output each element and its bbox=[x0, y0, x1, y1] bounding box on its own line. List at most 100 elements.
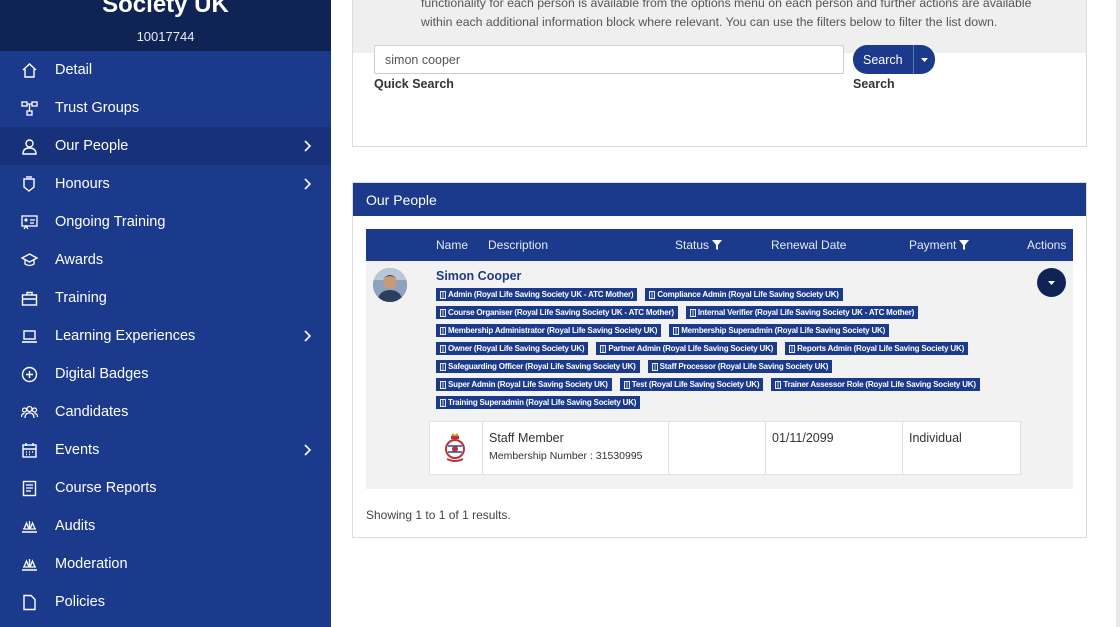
sidebar-item-awards[interactable]: Awards bbox=[0, 241, 331, 279]
sidebar-item-ongoing-training[interactable]: Ongoing Training bbox=[0, 203, 331, 241]
table-header: Name Description Status Renewal Date Pay… bbox=[366, 229, 1073, 261]
sidebar-item-label: Candidates bbox=[55, 404, 129, 420]
renewal-date: 01/11/2099 bbox=[772, 431, 834, 445]
role-tag-label: Course Organiser (Royal Life Saving Soci… bbox=[448, 308, 674, 317]
role-tag-label: Super Admin (Royal Life Saving Society U… bbox=[448, 380, 608, 389]
scales-icon bbox=[22, 521, 37, 533]
role-tag: Membership Administrator (Royal Life Sav… bbox=[436, 324, 662, 337]
sidebar-item-our-people[interactable]: Our People bbox=[0, 127, 331, 165]
sidebar-item-training[interactable]: Training bbox=[0, 279, 331, 317]
role-tags: Admin (Royal Life Saving Society UK - AT… bbox=[436, 288, 996, 409]
sidebar: Society UK 10017744 Detail Trust Groups Ou… bbox=[0, 0, 331, 627]
sidebar-item-moderation[interactable]: Moderation bbox=[0, 545, 331, 583]
building-icon bbox=[440, 290, 446, 299]
role-tag-label: Trainer Assessor Role (Royal Life Saving… bbox=[783, 380, 976, 389]
building-icon bbox=[651, 362, 658, 371]
filter-icon[interactable] bbox=[959, 240, 970, 250]
person-icon bbox=[22, 139, 37, 155]
search-label: Search bbox=[853, 77, 895, 91]
sidebar-item-label: Events bbox=[55, 442, 100, 458]
chevron-right-icon bbox=[304, 330, 311, 342]
chevron-right-icon bbox=[304, 140, 311, 152]
sidebar-item-label: Trust Groups bbox=[55, 100, 140, 116]
role-tag: Partner Admin (Royal Life Saving Society… bbox=[596, 342, 778, 355]
hierarchy-icon bbox=[21, 101, 38, 116]
info-text: functionality for each person is availab… bbox=[421, 0, 1032, 29]
role-tag: Safeguarding Officer (Royal Life Saving … bbox=[436, 360, 640, 373]
column-actions: Actions bbox=[1027, 238, 1067, 252]
sidebar-item-label: Learning Experiences bbox=[55, 328, 196, 344]
briefcase-icon bbox=[21, 291, 38, 306]
person-name[interactable]: Simon Cooper bbox=[436, 269, 521, 283]
sidebar-item-detail[interactable]: Detail bbox=[0, 51, 331, 89]
role-tag: Reports Admin (Royal Life Saving Society… bbox=[785, 342, 969, 355]
org-name: Society UK bbox=[102, 0, 229, 18]
sidebar-item-audits[interactable]: Audits bbox=[0, 507, 331, 545]
building-icon bbox=[689, 308, 696, 317]
sidebar-item-honours[interactable]: Honours bbox=[0, 165, 331, 203]
sidebar-item-trust-groups[interactable]: Trust Groups bbox=[0, 89, 331, 127]
sidebar-item-label: Moderation bbox=[55, 556, 128, 572]
role-tag-label: Owner (Royal Life Saving Society UK) bbox=[448, 344, 585, 353]
caret-down-icon bbox=[1048, 280, 1055, 285]
home-icon bbox=[22, 63, 37, 78]
sidebar-item-candidates[interactable]: Candidates bbox=[0, 393, 331, 431]
sidebar-item-label: Training bbox=[55, 290, 107, 306]
quick-search-input[interactable] bbox=[374, 45, 844, 74]
presentation-icon bbox=[21, 215, 38, 230]
column-status-label: Status bbox=[675, 238, 710, 252]
main-content: functionality for each person is availab… bbox=[331, 0, 1120, 627]
sidebar-item-policies[interactable]: Policies bbox=[0, 583, 331, 621]
search-options-dropdown[interactable] bbox=[913, 45, 935, 74]
column-status[interactable]: Status bbox=[675, 238, 723, 252]
membership-logo-cell bbox=[430, 422, 483, 474]
scrollbar[interactable] bbox=[1116, 0, 1120, 627]
group-icon bbox=[21, 405, 38, 419]
sidebar-item-course-reports[interactable]: Course Reports bbox=[0, 469, 331, 507]
search-button-group: Search bbox=[853, 45, 935, 74]
membership-type: Staff Member bbox=[489, 431, 564, 445]
honours-icon bbox=[23, 176, 35, 192]
building-icon bbox=[673, 326, 680, 335]
org-number: 10017744 bbox=[136, 29, 195, 44]
role-tag-label: Training Superadmin (Royal Life Saving S… bbox=[448, 398, 637, 407]
our-people-title: Our People bbox=[353, 183, 1086, 216]
building-icon bbox=[600, 344, 607, 353]
role-tag-label: Test (Royal Life Saving Society UK) bbox=[631, 380, 760, 389]
membership-renewal-cell: 01/11/2099 bbox=[766, 422, 903, 474]
sidebar-item-digital-badges[interactable]: Digital Badges bbox=[0, 355, 331, 393]
role-tag-label: Membership Superadmin (Royal Life Saving… bbox=[681, 326, 886, 335]
role-tag: Compliance Admin (Royal Life Saving Soci… bbox=[645, 288, 843, 301]
sidebar-item-label: Honours bbox=[55, 176, 110, 192]
sidebar-item-label: Ongoing Training bbox=[55, 214, 166, 230]
building-icon bbox=[649, 290, 656, 299]
sidebar-item-label: Our People bbox=[55, 138, 129, 154]
sidebar-item-label: Policies bbox=[55, 594, 105, 610]
role-tag-label: Staff Processor (Royal Life Saving Socie… bbox=[659, 362, 829, 371]
membership-number: Membership Number : 31530995 bbox=[489, 450, 643, 462]
role-tag: Staff Processor (Royal Life Saving Socie… bbox=[647, 360, 833, 373]
actions-menu-button[interactable] bbox=[1037, 268, 1066, 297]
filter-icon[interactable] bbox=[712, 240, 723, 250]
role-tag: Admin (Royal Life Saving Society UK - AT… bbox=[436, 288, 638, 301]
results-count: Showing 1 to 1 of 1 results. bbox=[366, 508, 511, 522]
role-tag-label: Partner Admin (Royal Life Saving Society… bbox=[608, 344, 774, 353]
search-button[interactable]: Search bbox=[853, 45, 914, 74]
payment-type: Individual bbox=[909, 431, 962, 445]
sidebar-item-learning-experiences[interactable]: Learning Experiences bbox=[0, 317, 331, 355]
column-name: Name bbox=[436, 238, 469, 252]
role-tag-label: Compliance Admin (Royal Life Saving Soci… bbox=[657, 290, 839, 299]
sidebar-item-events[interactable]: Events bbox=[0, 431, 331, 469]
sidebar-item-label: Awards bbox=[55, 252, 104, 268]
building-icon bbox=[775, 380, 782, 389]
building-icon bbox=[440, 362, 446, 371]
building-icon bbox=[440, 344, 446, 353]
document-icon bbox=[23, 594, 36, 611]
role-tag: Internal Verifier (Royal Life Saving Soc… bbox=[685, 306, 919, 319]
chevron-right-icon bbox=[304, 444, 311, 456]
role-tag: Owner (Royal Life Saving Society UK) bbox=[436, 342, 589, 355]
our-people-card: Our People Name Description Status Renew… bbox=[352, 182, 1087, 538]
column-payment[interactable]: Payment bbox=[909, 238, 970, 252]
chevron-right-icon bbox=[304, 178, 311, 190]
column-payment-label: Payment bbox=[909, 238, 957, 252]
